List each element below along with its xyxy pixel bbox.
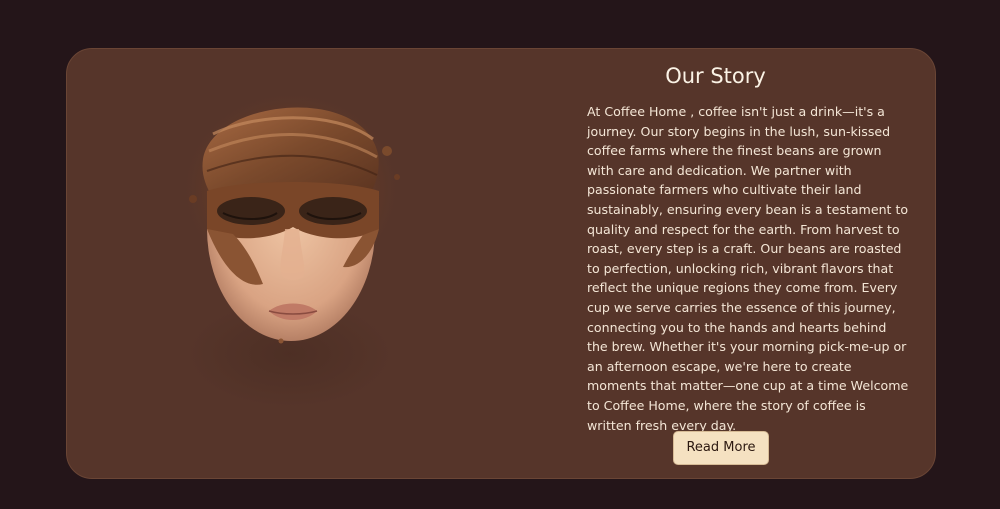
story-paragraph: At Coffee Home , coffee isn't just a dri…	[587, 104, 909, 433]
section-title: Our Story	[665, 64, 766, 88]
coffee-face-image	[179, 89, 403, 344]
our-story-card: Our Story At Coffee Home , coffee isn't …	[66, 48, 936, 479]
read-more-button[interactable]: Read More	[673, 431, 769, 465]
